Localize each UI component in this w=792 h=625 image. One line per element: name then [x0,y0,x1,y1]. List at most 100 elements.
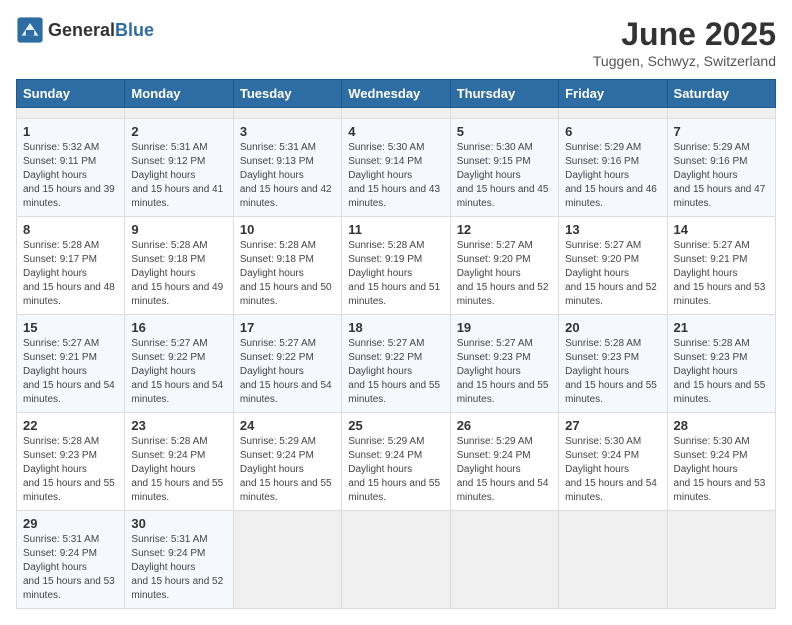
day-number: 18 [348,320,443,335]
logo-text: General Blue [48,20,154,41]
day-number: 8 [23,222,118,237]
day-number: 14 [674,222,769,237]
day-number: 24 [240,418,335,433]
header: General Blue June 2025 Tuggen, Schwyz, S… [16,16,776,69]
calendar-cell: 27 Sunrise: 5:30 AMSunset: 9:24 PMDaylig… [559,413,667,511]
calendar-cell: 9 Sunrise: 5:28 AMSunset: 9:18 PMDayligh… [125,217,233,315]
calendar-cell: 25 Sunrise: 5:29 AMSunset: 9:24 PMDaylig… [342,413,450,511]
calendar-cell: 29 Sunrise: 5:31 AMSunset: 9:24 PMDaylig… [17,511,125,609]
calendar-cell [342,511,450,609]
calendar-cell [559,511,667,609]
day-info: Sunrise: 5:31 AMSunset: 9:24 PMDaylight … [131,534,223,601]
calendar-cell: 28 Sunrise: 5:30 AMSunset: 9:24 PMDaylig… [667,413,775,511]
day-info: Sunrise: 5:27 AMSunset: 9:22 PMDaylight … [131,338,223,405]
calendar-cell: 3 Sunrise: 5:31 AMSunset: 9:13 PMDayligh… [233,119,341,217]
calendar-cell: 23 Sunrise: 5:28 AMSunset: 9:24 PMDaylig… [125,413,233,511]
day-number: 6 [565,124,660,139]
calendar-cell: 20 Sunrise: 5:28 AMSunset: 9:23 PMDaylig… [559,315,667,413]
calendar-cell [450,108,558,119]
calendar-cell [17,108,125,119]
day-number: 26 [457,418,552,433]
day-number: 17 [240,320,335,335]
logo: General Blue [16,16,154,44]
day-info: Sunrise: 5:28 AMSunset: 9:23 PMDaylight … [674,338,766,405]
calendar-cell: 30 Sunrise: 5:31 AMSunset: 9:24 PMDaylig… [125,511,233,609]
day-number: 29 [23,516,118,531]
calendar-cell [667,511,775,609]
calendar-cell [667,108,775,119]
day-info: Sunrise: 5:29 AMSunset: 9:16 PMDaylight … [565,142,657,209]
day-number: 15 [23,320,118,335]
day-number: 13 [565,222,660,237]
day-number: 7 [674,124,769,139]
day-info: Sunrise: 5:31 AMSunset: 9:13 PMDaylight … [240,142,332,209]
calendar-cell: 26 Sunrise: 5:29 AMSunset: 9:24 PMDaylig… [450,413,558,511]
calendar-week-4: 15 Sunrise: 5:27 AMSunset: 9:21 PMDaylig… [17,315,776,413]
calendar-cell: 1 Sunrise: 5:32 AMSunset: 9:11 PMDayligh… [17,119,125,217]
day-number: 19 [457,320,552,335]
calendar-cell: 22 Sunrise: 5:28 AMSunset: 9:23 PMDaylig… [17,413,125,511]
day-info: Sunrise: 5:29 AMSunset: 9:24 PMDaylight … [457,436,549,503]
calendar-cell: 5 Sunrise: 5:30 AMSunset: 9:15 PMDayligh… [450,119,558,217]
calendar-cell [559,108,667,119]
day-info: Sunrise: 5:30 AMSunset: 9:15 PMDaylight … [457,142,549,209]
day-info: Sunrise: 5:28 AMSunset: 9:18 PMDaylight … [131,240,223,307]
calendar-cell: 24 Sunrise: 5:29 AMSunset: 9:24 PMDaylig… [233,413,341,511]
calendar-cell: 10 Sunrise: 5:28 AMSunset: 9:18 PMDaylig… [233,217,341,315]
calendar-week-6: 29 Sunrise: 5:31 AMSunset: 9:24 PMDaylig… [17,511,776,609]
logo-general: General [48,20,115,41]
day-info: Sunrise: 5:30 AMSunset: 9:14 PMDaylight … [348,142,440,209]
calendar-cell: 2 Sunrise: 5:31 AMSunset: 9:12 PMDayligh… [125,119,233,217]
calendar-cell: 4 Sunrise: 5:30 AMSunset: 9:14 PMDayligh… [342,119,450,217]
weekday-header-monday: Monday [125,80,233,108]
day-number: 2 [131,124,226,139]
weekday-header-row: SundayMondayTuesdayWednesdayThursdayFrid… [17,80,776,108]
day-number: 27 [565,418,660,433]
day-number: 3 [240,124,335,139]
day-info: Sunrise: 5:27 AMSunset: 9:21 PMDaylight … [674,240,766,307]
weekday-header-tuesday: Tuesday [233,80,341,108]
calendar-cell [233,108,341,119]
day-number: 5 [457,124,552,139]
title-block: June 2025 Tuggen, Schwyz, Switzerland [593,16,776,69]
weekday-header-saturday: Saturday [667,80,775,108]
calendar-week-3: 8 Sunrise: 5:28 AMSunset: 9:17 PMDayligh… [17,217,776,315]
logo-icon [16,16,44,44]
day-number: 16 [131,320,226,335]
day-info: Sunrise: 5:32 AMSunset: 9:11 PMDaylight … [23,142,115,209]
day-number: 30 [131,516,226,531]
day-number: 9 [131,222,226,237]
calendar-cell [450,511,558,609]
day-info: Sunrise: 5:27 AMSunset: 9:23 PMDaylight … [457,338,549,405]
day-info: Sunrise: 5:28 AMSunset: 9:24 PMDaylight … [131,436,223,503]
calendar-cell: 18 Sunrise: 5:27 AMSunset: 9:22 PMDaylig… [342,315,450,413]
day-info: Sunrise: 5:28 AMSunset: 9:23 PMDaylight … [565,338,657,405]
day-info: Sunrise: 5:29 AMSunset: 9:16 PMDaylight … [674,142,766,209]
calendar-cell: 21 Sunrise: 5:28 AMSunset: 9:23 PMDaylig… [667,315,775,413]
day-number: 12 [457,222,552,237]
calendar-week-5: 22 Sunrise: 5:28 AMSunset: 9:23 PMDaylig… [17,413,776,511]
day-number: 20 [565,320,660,335]
day-number: 25 [348,418,443,433]
day-number: 10 [240,222,335,237]
logo-blue: Blue [115,20,154,41]
day-info: Sunrise: 5:30 AMSunset: 9:24 PMDaylight … [565,436,657,503]
calendar: SundayMondayTuesdayWednesdayThursdayFrid… [16,79,776,609]
calendar-cell: 14 Sunrise: 5:27 AMSunset: 9:21 PMDaylig… [667,217,775,315]
calendar-cell: 11 Sunrise: 5:28 AMSunset: 9:19 PMDaylig… [342,217,450,315]
day-info: Sunrise: 5:29 AMSunset: 9:24 PMDaylight … [348,436,440,503]
day-info: Sunrise: 5:30 AMSunset: 9:24 PMDaylight … [674,436,766,503]
calendar-cell: 12 Sunrise: 5:27 AMSunset: 9:20 PMDaylig… [450,217,558,315]
calendar-cell [342,108,450,119]
weekday-header-thursday: Thursday [450,80,558,108]
day-info: Sunrise: 5:27 AMSunset: 9:21 PMDaylight … [23,338,115,405]
day-info: Sunrise: 5:27 AMSunset: 9:20 PMDaylight … [565,240,657,307]
month-title: June 2025 [593,16,776,53]
calendar-cell: 19 Sunrise: 5:27 AMSunset: 9:23 PMDaylig… [450,315,558,413]
day-info: Sunrise: 5:27 AMSunset: 9:22 PMDaylight … [240,338,332,405]
day-info: Sunrise: 5:28 AMSunset: 9:23 PMDaylight … [23,436,115,503]
weekday-header-sunday: Sunday [17,80,125,108]
calendar-cell: 6 Sunrise: 5:29 AMSunset: 9:16 PMDayligh… [559,119,667,217]
day-info: Sunrise: 5:28 AMSunset: 9:19 PMDaylight … [348,240,440,307]
calendar-cell: 17 Sunrise: 5:27 AMSunset: 9:22 PMDaylig… [233,315,341,413]
